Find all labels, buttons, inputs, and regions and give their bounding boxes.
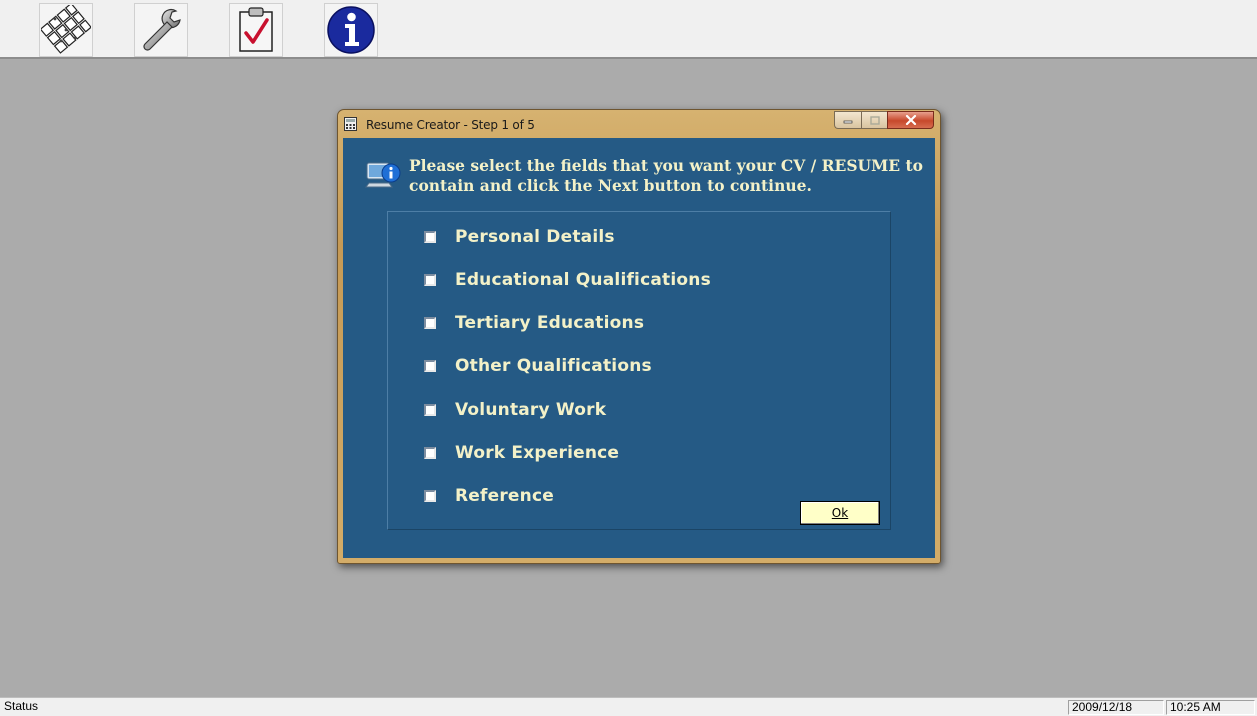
- checkbox[interactable]: [424, 404, 436, 416]
- field-label: Work Experience: [455, 443, 620, 463]
- clipboard-check-icon: [239, 7, 273, 52]
- ok-button[interactable]: Ok: [800, 501, 880, 525]
- ok-button-label: Ok: [831, 506, 849, 520]
- toolbar: [0, 0, 1257, 59]
- checkbox[interactable]: [424, 317, 436, 329]
- dialog-titlebar[interactable]: Resume Creator - Step 1 of 5: [338, 110, 940, 138]
- maximize-button[interactable]: [861, 111, 887, 129]
- field-label: Tertiary Educations: [455, 313, 645, 333]
- field-reference[interactable]: Reference: [424, 481, 554, 511]
- checkbox[interactable]: [424, 447, 436, 459]
- field-other-qualifications[interactable]: Other Qualifications: [424, 351, 652, 381]
- field-label: Voluntary Work: [455, 400, 607, 420]
- minimize-icon: [843, 120, 853, 124]
- fields-group: Personal Details Educational Qualificati…: [387, 211, 891, 530]
- checklist-button[interactable]: [229, 3, 283, 57]
- field-label: Reference: [455, 486, 554, 506]
- dialog-title: Resume Creator - Step 1 of 5: [366, 118, 535, 132]
- wrench-icon: [143, 8, 181, 51]
- checkbox[interactable]: [424, 490, 436, 502]
- close-button[interactable]: [887, 111, 934, 129]
- info-icon: [327, 6, 375, 54]
- checkbox[interactable]: [424, 274, 436, 286]
- instruction-text: Please select the fields that you want y…: [409, 156, 923, 195]
- close-icon: [905, 115, 916, 125]
- calculator-icon: [344, 117, 357, 131]
- field-label: Personal Details: [455, 227, 615, 247]
- status-date: 2009/12/18: [1068, 700, 1164, 715]
- field-voluntary-work[interactable]: Voluntary Work: [424, 395, 606, 425]
- keypad-button[interactable]: [39, 3, 93, 57]
- resume-creator-dialog: Resume Creator - Step 1 of 5 Please sele…: [337, 109, 941, 564]
- field-personal-details[interactable]: Personal Details: [424, 222, 615, 252]
- checkbox[interactable]: [424, 231, 436, 243]
- field-educational-qualifications[interactable]: Educational Qualifications: [424, 265, 711, 295]
- status-time: 10:25 AM: [1166, 700, 1255, 715]
- computer-info-icon: [365, 162, 401, 188]
- settings-button[interactable]: [134, 3, 188, 57]
- window-controls: [834, 111, 934, 129]
- maximize-icon: [869, 115, 880, 125]
- field-label: Other Qualifications: [455, 356, 652, 376]
- field-work-experience[interactable]: Work Experience: [424, 438, 619, 468]
- info-button[interactable]: [324, 3, 378, 57]
- field-label: Educational Qualifications: [455, 270, 711, 290]
- field-tertiary-educations[interactable]: Tertiary Educations: [424, 308, 644, 338]
- checkbox[interactable]: [424, 360, 436, 372]
- keypad-icon: [41, 5, 91, 54]
- dialog-body: Please select the fields that you want y…: [343, 138, 935, 558]
- statusbar: Status 2009/12/18 10:25 AM: [0, 697, 1257, 716]
- minimize-button[interactable]: [834, 111, 861, 129]
- status-text: Status: [4, 699, 39, 713]
